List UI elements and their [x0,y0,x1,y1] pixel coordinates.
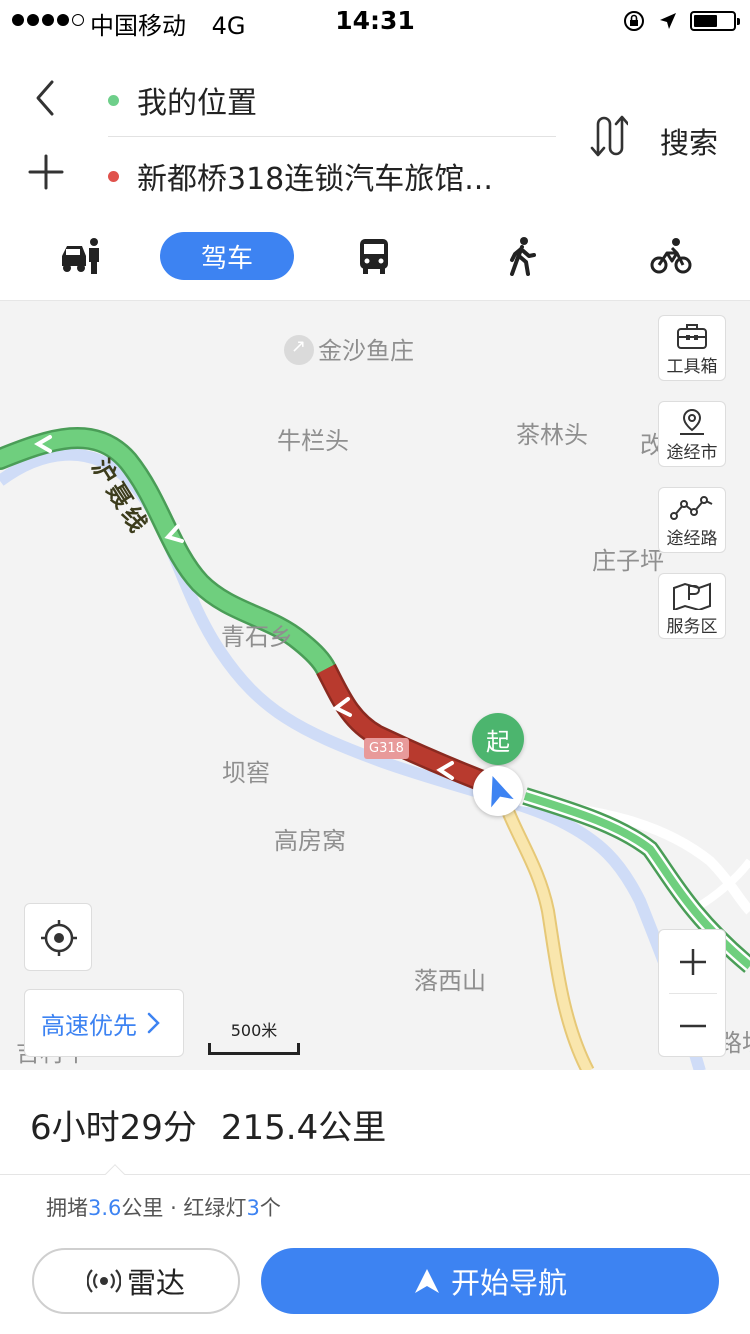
route-distance: 215.4公里 [220,1108,387,1148]
poi-icon [284,335,314,365]
route-summary-panel: 6小时29分 215.4公里 拥堵3.6公里 · 红绿灯3个 雷达 开始导航 [0,1070,750,1334]
swap-icon[interactable] [588,114,628,158]
service-area-label: 服务区 [666,617,718,637]
zoom-in-button[interactable] [659,930,727,993]
bus-icon [360,239,388,274]
start-marker: 起 [472,713,524,765]
traffic-info: 拥堵3.6公里 · 红绿灯3个 [46,1196,281,1220]
start-navigation-label: 开始导航 [450,1266,567,1300]
map-view[interactable]: 金沙鱼庄 牛栏头 茶林头 改 庄子坪 青石乡 坝窖 高房窝 落西山 吉村平 路坎… [0,300,750,1070]
map-scale: 500米 [208,1017,300,1055]
map-label: 坝窖 [222,759,270,787]
field-divider [108,136,556,137]
locate-me-button[interactable] [24,903,92,971]
map-label: 落西山 [414,967,486,995]
crosshair-icon [41,920,77,956]
map-label: 高房窝 [274,827,346,855]
radar-button[interactable]: 雷达 [32,1248,240,1314]
plus-icon [680,948,706,975]
radar-icon [86,1269,121,1293]
toolbox-icon [677,324,707,349]
map-label-jinsha: 金沙鱼庄 [284,331,414,367]
start-navigation-button[interactable]: 开始导航 [261,1248,719,1314]
service-area-icon [673,582,711,610]
route-duration: 6小时29分 [30,1108,197,1148]
location-arrow-icon [660,13,676,29]
scale-bar [208,1043,300,1055]
tab-pointer [105,1164,125,1184]
toolbox-label: 工具箱 [666,357,718,377]
map-label: 青石乡 [221,623,293,651]
current-location-arrow-icon [473,766,523,816]
taxi-icon [62,238,99,274]
map-label: 牛栏头 [277,427,349,455]
via-city-button[interactable]: 途经市 [658,401,726,467]
route-header: 我的位置 新都桥318连锁汽车旅馆... 搜索 驾车 [0,40,750,300]
map-roads [0,426,750,1070]
toolbox-button[interactable]: 工具箱 [658,315,726,381]
destination-dot [108,170,119,182]
via-road-label: 途经路 [666,529,718,549]
bike-icon [650,238,692,274]
minus-icon [680,1024,706,1027]
origin-dot [108,94,119,106]
radar-label: 雷达 [126,1266,185,1300]
search-button[interactable]: 搜索 [660,120,718,162]
highway-preference-label: 高速优先 [41,1011,137,1040]
tab-bike[interactable] [648,232,694,280]
zoom-control [658,929,726,1057]
status-bar: 中国移动 4G 14:31 [0,0,750,40]
tab-walk[interactable] [502,232,542,280]
via-road-button[interactable]: 途经路 [658,487,726,553]
navigation-arrow-icon [414,1269,439,1293]
service-area-button[interactable]: 服务区 [658,573,726,639]
map-label: 茶林头 [516,421,588,449]
tab-drive[interactable]: 驾车 [160,232,294,280]
travel-mode-tabs: 驾车 [0,230,750,282]
walk-icon [510,237,536,276]
battery-icon [690,11,740,31]
origin-field[interactable]: 我的位置 [108,78,257,122]
scale-label: 500米 [230,1021,278,1040]
map-label: 庄子坪 [592,547,664,575]
location-pin-icon [680,408,704,435]
via-city-label: 途经市 [666,443,718,463]
tab-taxi[interactable] [56,232,104,280]
tab-bus[interactable] [352,232,396,280]
destination-field[interactable]: 新都桥318连锁汽车旅馆... [108,154,493,198]
destination-label: 新都桥318连锁汽车旅馆... [137,162,493,197]
add-waypoint-plus-icon[interactable] [26,152,66,192]
chevron-right-icon [147,1012,160,1034]
rotation-lock-icon [624,11,644,31]
zoom-out-button[interactable] [659,994,727,1057]
route-path-icon [670,496,713,520]
road-shield: G318 [364,738,409,759]
origin-label: 我的位置 [137,86,257,121]
back-chevron-icon[interactable] [26,76,66,120]
route-summary[interactable]: 6小时29分 215.4公里 [30,1100,386,1149]
highway-preference-button[interactable]: 高速优先 [24,989,184,1057]
